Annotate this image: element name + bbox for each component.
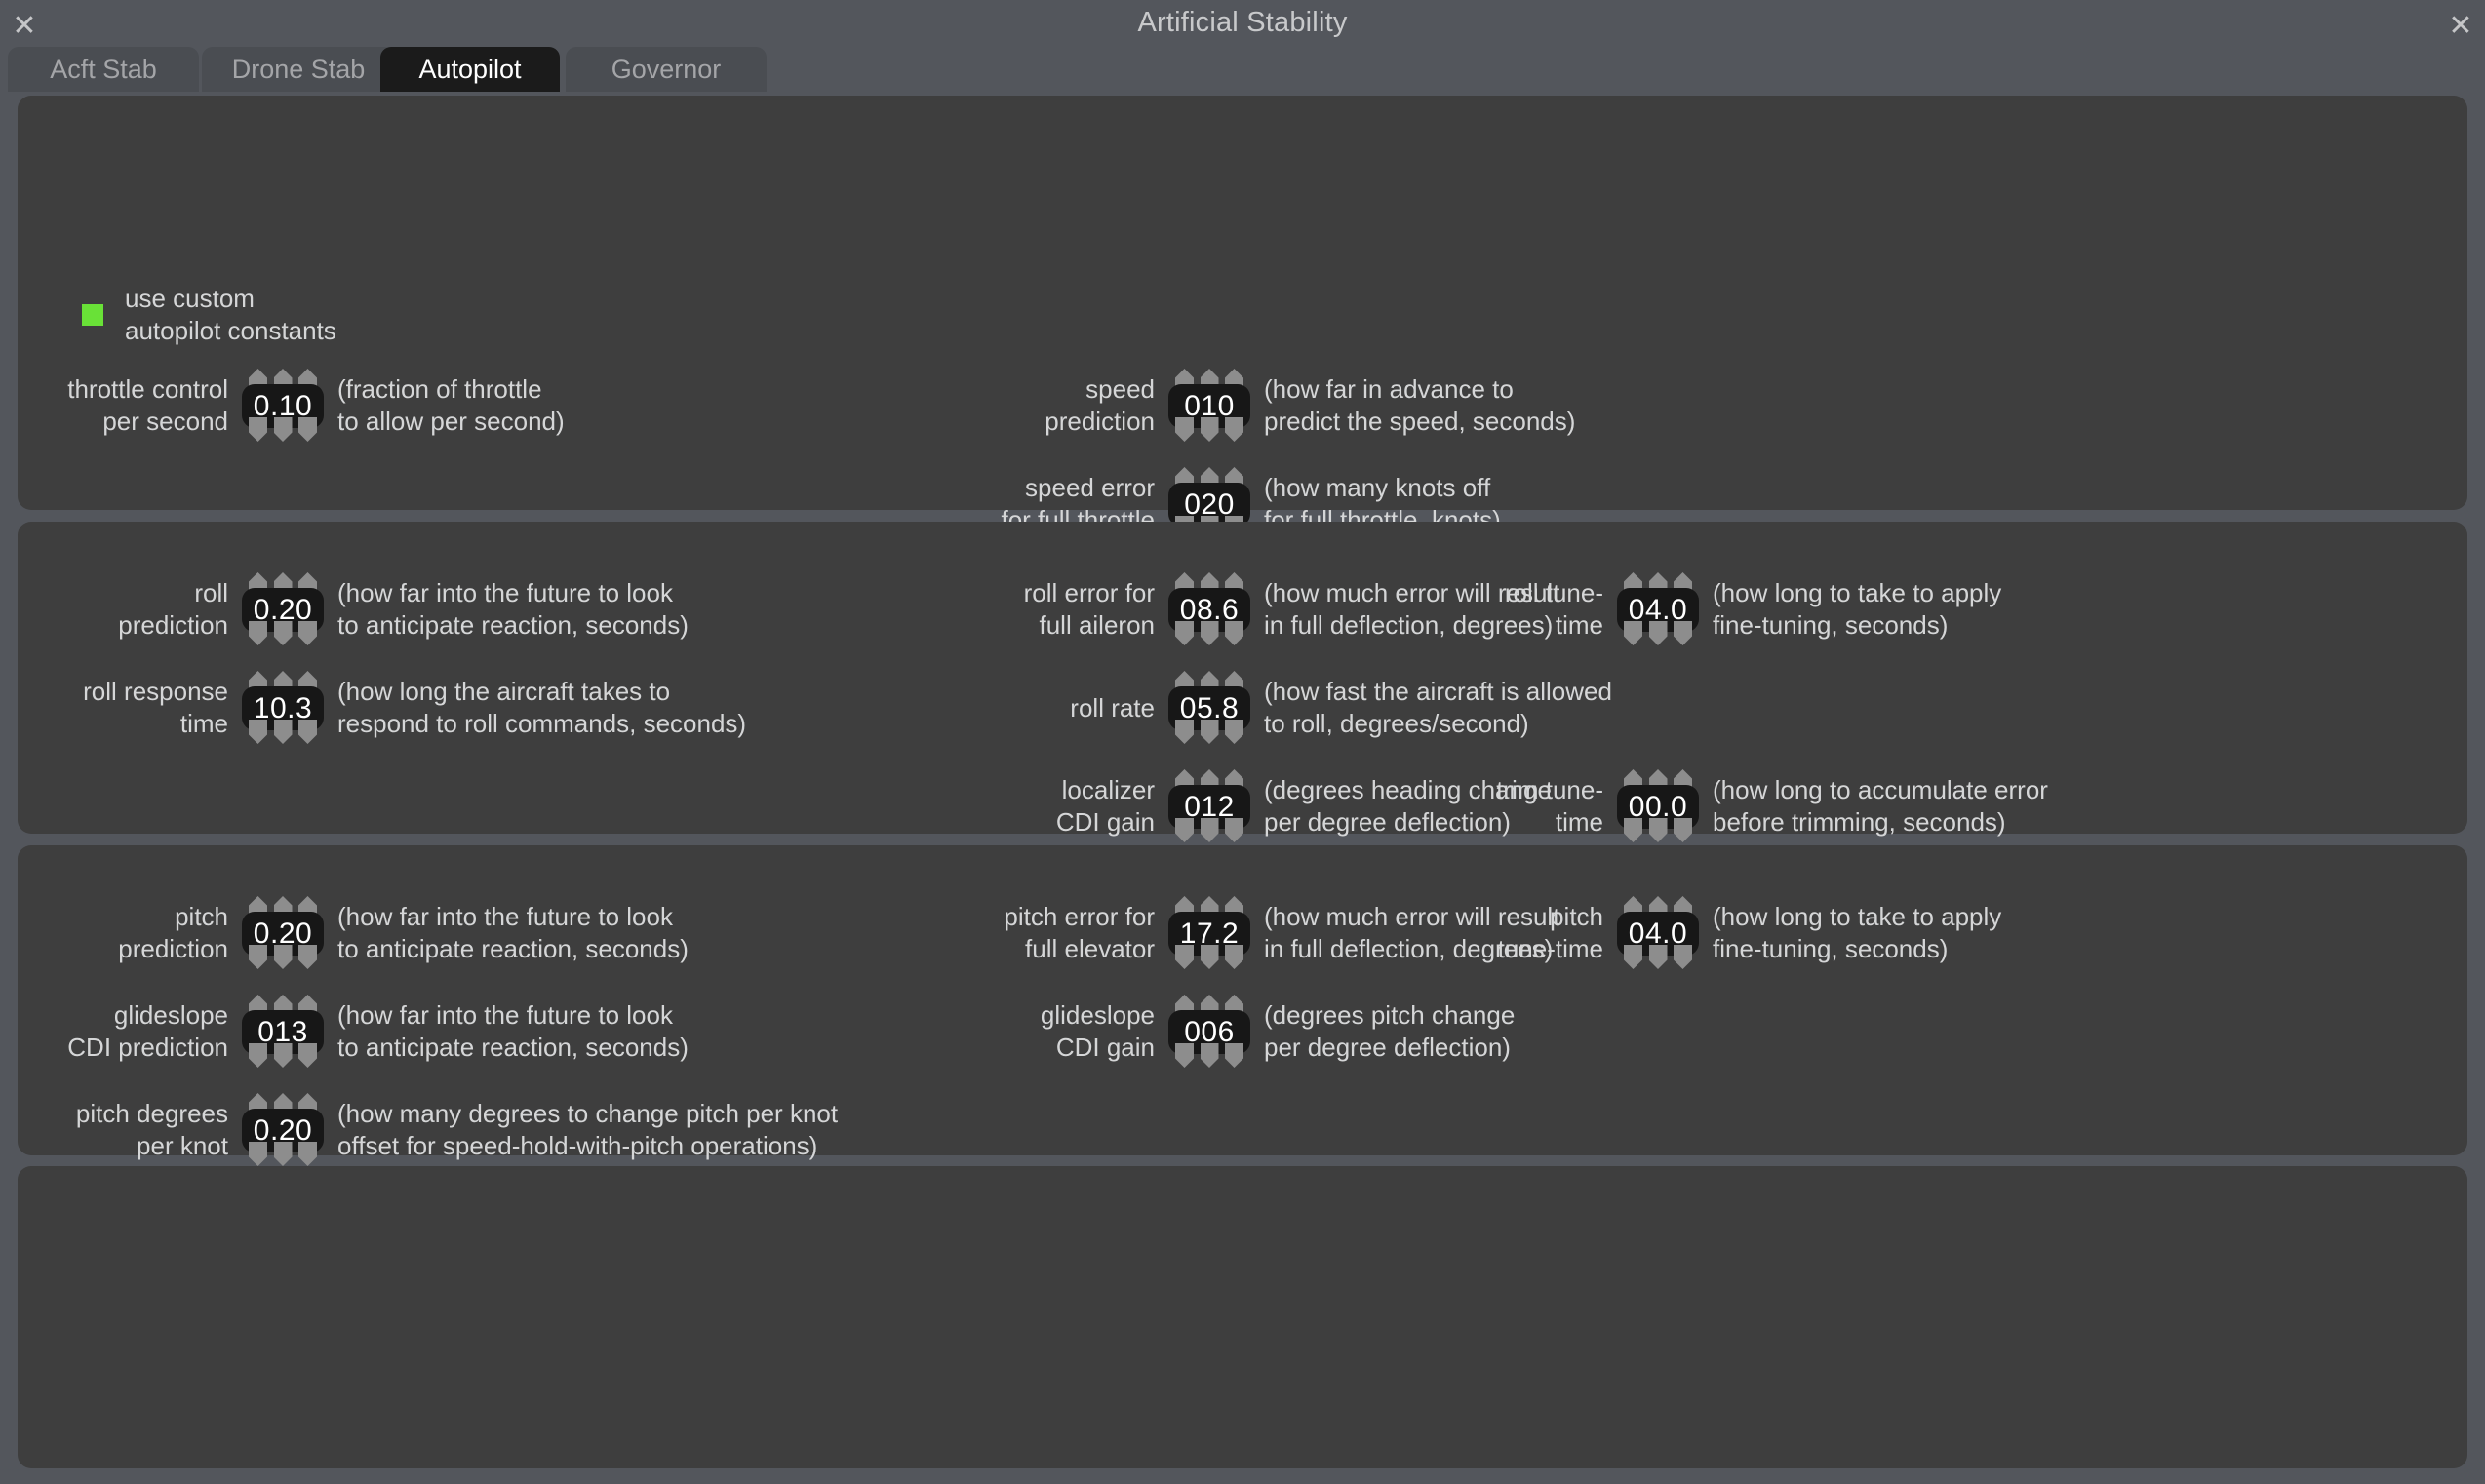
field-trim-tune-time: trim tune- time 00.0 (how long to accumula…: [18, 769, 2048, 843]
chevron-down-icon[interactable]: [1200, 1043, 1219, 1068]
stepper-down-arrows-icon[interactable]: [249, 1142, 317, 1167]
tab-drone-stab[interactable]: Drone Stab: [202, 47, 395, 92]
pitch-degrees-per-knot-help: (how many degrees to change pitch per kn…: [337, 1099, 839, 1160]
chevron-down-icon[interactable]: [1648, 945, 1668, 969]
pitch-tune-time-stepper[interactable]: 04.0: [1617, 896, 1699, 970]
field-roll-rate: roll rate 05.8 (how fast the aircraft is a…: [18, 671, 1612, 745]
chevron-down-icon[interactable]: [1624, 621, 1642, 645]
roll-tune-time-stepper[interactable]: 04.0: [1617, 572, 1699, 646]
chevron-down-icon[interactable]: [1648, 621, 1668, 645]
pitch-degrees-per-knot-label: pitch degrees per knot: [75, 1099, 228, 1160]
chevron-down-icon[interactable]: [1225, 417, 1243, 442]
field-speed-prediction: speed prediction 010 (how far in advance t…: [18, 369, 1575, 443]
stepper-down-arrows-icon[interactable]: [1624, 818, 1692, 843]
field-roll-tune-time: roll tune- time 04.0 (how long to take to …: [18, 572, 2001, 646]
tab-governor[interactable]: Governor: [566, 47, 767, 92]
stepper-down-arrows-icon[interactable]: [1624, 621, 1692, 646]
tab-acft-stab[interactable]: Acft Stab: [8, 47, 199, 92]
chevron-down-icon[interactable]: [1225, 1043, 1243, 1068]
chevron-down-icon[interactable]: [1674, 945, 1692, 969]
glideslope-cdi-gain-label: glideslope CDI gain: [1040, 1000, 1155, 1062]
chevron-down-icon[interactable]: [1175, 417, 1194, 442]
chevron-down-icon[interactable]: [1624, 945, 1642, 969]
chevron-down-icon[interactable]: [298, 1142, 317, 1166]
title-bar: ✕ Artificial Stability ✕: [0, 0, 2485, 51]
roll-rate-label: roll rate: [1070, 692, 1155, 722]
chevron-down-icon[interactable]: [1674, 621, 1692, 645]
panel-roll: roll prediction 0.20 (how far into the fut…: [18, 522, 2467, 842]
chevron-down-icon[interactable]: [1674, 818, 1692, 842]
field-pitch-degrees-per-knot: pitch degrees per knot 0.20 (how many degr…: [18, 1093, 838, 1167]
roll-tune-time-label: roll tune- time: [1504, 578, 1603, 640]
use-custom-constants-checkbox[interactable]: [82, 304, 103, 326]
tab-autopilot[interactable]: Autopilot: [380, 47, 560, 92]
speed-prediction-help: (how far in advance to predict the speed…: [1264, 374, 1576, 436]
artificial-stability-window: ✕ Artificial Stability ✕ Acft Stab Drone …: [0, 0, 2485, 1484]
close-icon-right[interactable]: ✕: [2440, 6, 2481, 47]
stepper-down-arrows-icon[interactable]: [1624, 945, 1692, 970]
speed-prediction-stepper[interactable]: 010: [1168, 369, 1250, 443]
pitch-degrees-per-knot-stepper[interactable]: 0.20: [242, 1093, 324, 1167]
chevron-down-icon[interactable]: [1648, 818, 1668, 842]
stepper-down-arrows-icon[interactable]: [1175, 720, 1243, 745]
roll-tune-time-help: (how long to take to apply fine-tuning, …: [1713, 578, 2002, 640]
roll-rate-stepper[interactable]: 05.8: [1168, 671, 1250, 745]
window-title: Artificial Stability: [1137, 7, 1348, 38]
speed-prediction-label: speed prediction: [1045, 374, 1155, 436]
use-custom-autopilot-constants-row[interactable]: use custom autopilot constants: [82, 283, 336, 347]
pitch-tune-time-label: pitch tune-time: [1497, 902, 1603, 963]
use-custom-constants-label: use custom autopilot constants: [125, 284, 336, 345]
stepper-down-arrows-icon[interactable]: [1175, 1043, 1243, 1069]
trim-tune-time-label: trim tune- time: [1496, 775, 1603, 837]
chevron-down-icon[interactable]: [1175, 1043, 1194, 1068]
chevron-down-icon[interactable]: [273, 1142, 293, 1166]
field-glideslope-cdi-gain: glideslope CDI gain 006 (degrees pitch cha…: [18, 995, 1515, 1069]
chevron-down-icon[interactable]: [1624, 818, 1642, 842]
glideslope-cdi-gain-stepper[interactable]: 006: [1168, 995, 1250, 1069]
trim-tune-time-help: (how long to accumulate error before tri…: [1713, 775, 2048, 837]
panel-pitch: pitch prediction 0.20 (how far into the fu…: [18, 845, 2467, 1166]
chevron-down-icon[interactable]: [1175, 720, 1194, 744]
chevron-down-icon[interactable]: [249, 1142, 267, 1166]
roll-rate-help: (how fast the aircraft is allowed to rol…: [1264, 677, 1612, 738]
trim-tune-time-stepper[interactable]: 00.0: [1617, 769, 1699, 843]
panel-empty: [18, 1166, 2467, 1468]
chevron-down-icon[interactable]: [1200, 720, 1219, 744]
pitch-tune-time-help: (how long to take to apply fine-tuning, …: [1713, 902, 2002, 963]
stepper-down-arrows-icon[interactable]: [1175, 417, 1243, 443]
tab-bar: Acft Stab Drone Stab Autopilot Governor: [0, 47, 2485, 92]
panel-throttle-speed: use custom autopilot constants throttle …: [18, 96, 2467, 540]
chevron-down-icon[interactable]: [1200, 417, 1219, 442]
glideslope-cdi-gain-help: (degrees pitch change per degree deflect…: [1264, 1000, 1516, 1062]
chevron-down-icon[interactable]: [1225, 720, 1243, 744]
field-pitch-tune-time: pitch tune-time 04.0 (how long to take to …: [18, 896, 2001, 970]
